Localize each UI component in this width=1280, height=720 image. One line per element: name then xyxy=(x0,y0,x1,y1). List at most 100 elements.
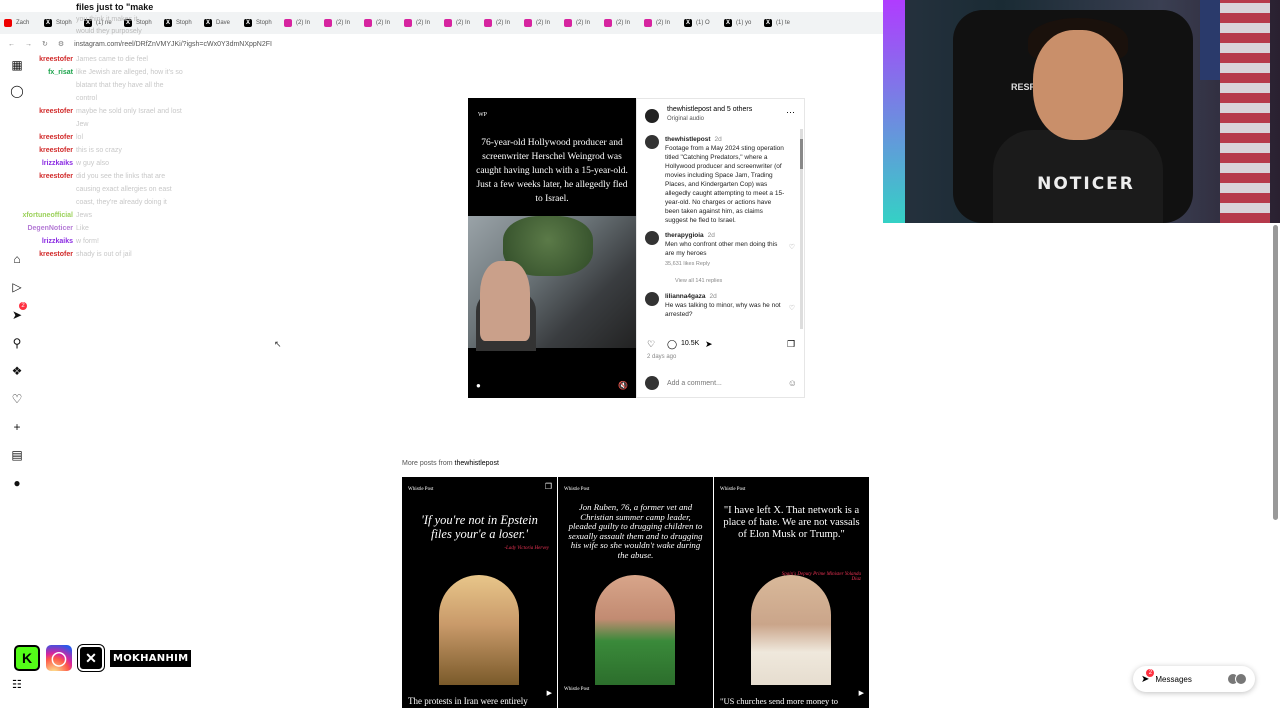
post-tile[interactable]: Whistle Post "I have left X. That networ… xyxy=(714,477,869,685)
chat-message: kreestofer lol xyxy=(10,131,210,144)
chat-text: maybe he sold only Israel and lost Jew xyxy=(76,108,182,128)
forward-icon[interactable]: → xyxy=(25,41,32,48)
comment-icon[interactable]: ◯ xyxy=(667,339,677,350)
post-tile-row2[interactable]: The protests in Iran were entirely ▶ xyxy=(402,685,557,708)
shirt-logo: NOTICER xyxy=(1037,174,1135,194)
browser-tab[interactable]: X (1) yo xyxy=(720,19,760,27)
x-favicon-icon: X xyxy=(684,19,692,27)
add-comment-input[interactable]: Add a comment... xyxy=(667,380,722,387)
post-tile[interactable]: Whistle Post Jon Ruben, 76, a former vet… xyxy=(558,477,713,685)
chat-message: lrizzkaiks w form! xyxy=(10,235,210,248)
tab-label: Stoph xyxy=(256,20,272,26)
url-text[interactable]: instagram.com/reel/DRfZnVMYJKi/?igsh=cWx… xyxy=(74,41,272,48)
chat-username: xfortuneofficial xyxy=(22,212,73,219)
notifications-heart-icon[interactable]: ♡ xyxy=(6,390,28,408)
reel-play-icon: ▶ xyxy=(546,690,552,697)
create-plus-icon[interactable]: + xyxy=(6,418,28,436)
tile-quote: "I have left X. That network is a place … xyxy=(723,505,860,540)
grid-icon[interactable]: ▦ xyxy=(6,56,28,74)
streamer-webcam: RESP NOTICER xyxy=(883,0,1280,223)
browser-tab[interactable]: X (1) te xyxy=(760,19,800,27)
post-tile-row2[interactable]: Whistle Post xyxy=(558,685,713,708)
browser-tab[interactable]: X Stoph xyxy=(240,19,280,27)
x-favicon-icon: X xyxy=(764,19,772,27)
commenter-avatar[interactable] xyxy=(645,231,659,245)
post-author[interactable]: thewhistlepost and 5 others xyxy=(667,106,752,113)
browser-tab[interactable]: (2) In xyxy=(600,19,640,27)
chat-text: did you see the links that are causing e… xyxy=(76,173,172,206)
reel-media[interactable]: WP 76-year-old Hollywood producer and sc… xyxy=(468,98,636,398)
instagram-favicon-icon xyxy=(284,19,292,27)
profile-avatar-icon[interactable]: ● xyxy=(6,474,28,492)
messages-button[interactable]: ➤ 2 Messages xyxy=(1133,666,1255,692)
browser-tab[interactable]: X (1) O xyxy=(680,19,720,27)
comment-meta[interactable]: 35,631 likes Reply xyxy=(665,260,785,269)
instagram-logo-icon[interactable]: ◯ xyxy=(6,82,28,100)
chat-text: shady is out of jail xyxy=(76,251,132,258)
mute-icon[interactable]: 🔇 xyxy=(618,381,628,390)
share-icon[interactable]: ➤ xyxy=(705,339,713,350)
explore-icon[interactable]: ❖ xyxy=(6,362,28,380)
browser-tab[interactable]: (2) In xyxy=(320,19,360,27)
browser-tab[interactable]: Zach xyxy=(0,19,40,27)
comment-like-icon[interactable]: ♡ xyxy=(789,243,795,252)
notification-badge: 2 xyxy=(19,302,27,310)
chat-text: Like xyxy=(76,225,89,232)
messages-icon[interactable]: ➤ 2 xyxy=(6,302,28,324)
add-comment-row[interactable]: Add a comment... ☺ xyxy=(645,375,797,391)
commenter-avatar[interactable] xyxy=(645,135,659,149)
comment-meta[interactable]: View all 141 replies xyxy=(675,277,795,286)
browser-tab[interactable]: (2) In xyxy=(360,19,400,27)
chat-message: kreestofer maybe he sold only Israel and … xyxy=(10,105,210,131)
instagram-favicon-icon xyxy=(644,19,652,27)
reel-video-frame[interactable] xyxy=(468,216,636,351)
my-avatar xyxy=(645,376,659,390)
browser-tab[interactable]: (2) In xyxy=(400,19,440,27)
dashboard-icon[interactable]: ▤ xyxy=(6,446,28,464)
browser-tab[interactable]: (2) In xyxy=(440,19,480,27)
back-icon[interactable]: ← xyxy=(8,41,15,48)
address-bar[interactable]: ← → ↻ ⚙ instagram.com/reel/DRfZnVMYJKi/?… xyxy=(0,36,883,52)
post-tile-row2[interactable]: "US churches send more money to ▶ xyxy=(714,685,869,708)
chat-username: kreestofer xyxy=(39,108,73,115)
commenter-name[interactable]: thewhistlepost xyxy=(665,136,711,143)
comments-scrollbar[interactable] xyxy=(800,129,803,329)
chat-message: kreestofer did you see the links that are… xyxy=(10,170,210,209)
reels-icon[interactable]: ▷ xyxy=(6,278,28,296)
save-icon[interactable]: ❒ xyxy=(787,339,795,350)
browser-tab[interactable]: (2) In xyxy=(640,19,680,27)
more-posts-account[interactable]: thewhistlepost xyxy=(455,460,499,467)
post-tile[interactable]: Whistle Post ❐ 'If you're not in Epstein… xyxy=(402,477,557,685)
tab-label: (1) te xyxy=(776,20,791,26)
chat-message: kreestofer shady is out of jail xyxy=(10,248,210,261)
instagram-logo-icon: ◯ xyxy=(46,645,72,671)
site-info-icon[interactable]: ⚙ xyxy=(58,40,64,48)
tab-label: (1) yo xyxy=(736,20,752,26)
tagged-user-icon[interactable]: ● xyxy=(476,381,481,390)
author-avatar[interactable] xyxy=(645,109,659,123)
browser-tab[interactable]: (2) In xyxy=(280,19,320,27)
instagram-favicon-icon xyxy=(444,19,452,27)
commenter-avatar[interactable] xyxy=(645,292,659,306)
reload-icon[interactable]: ↻ xyxy=(42,40,48,48)
streamer-socials: K ◯ ✕ MOKHANHIM xyxy=(14,644,192,672)
page-scrollbar[interactable] xyxy=(1273,225,1278,520)
comment-like-icon[interactable]: ♡ xyxy=(789,304,795,313)
x-favicon-icon: X xyxy=(724,19,732,27)
browser-tab[interactable]: X Dave xyxy=(200,19,240,27)
commenter-name[interactable]: lilianna4gaza xyxy=(665,293,705,300)
settings-menu-icon[interactable]: ☷ xyxy=(12,678,22,691)
more-options-icon[interactable]: ⋯ xyxy=(786,107,795,118)
chat-text: lol xyxy=(76,134,84,141)
mouse-cursor-icon: ↖ xyxy=(274,339,282,349)
home-icon[interactable]: ⌂ xyxy=(6,250,28,268)
like-icon[interactable]: ♡ xyxy=(647,339,655,350)
commenter-name[interactable]: therapygioia xyxy=(665,232,704,239)
browser-tab[interactable]: (2) In xyxy=(520,19,560,27)
browser-tab[interactable]: X Stoph xyxy=(40,19,80,27)
emoji-icon[interactable]: ☺ xyxy=(788,378,797,388)
browser-tab[interactable]: (2) In xyxy=(480,19,520,27)
post-audio[interactable]: Original audio xyxy=(667,116,704,122)
browser-tab[interactable]: (2) In xyxy=(560,19,600,27)
search-icon[interactable]: ⚲ xyxy=(6,334,28,352)
